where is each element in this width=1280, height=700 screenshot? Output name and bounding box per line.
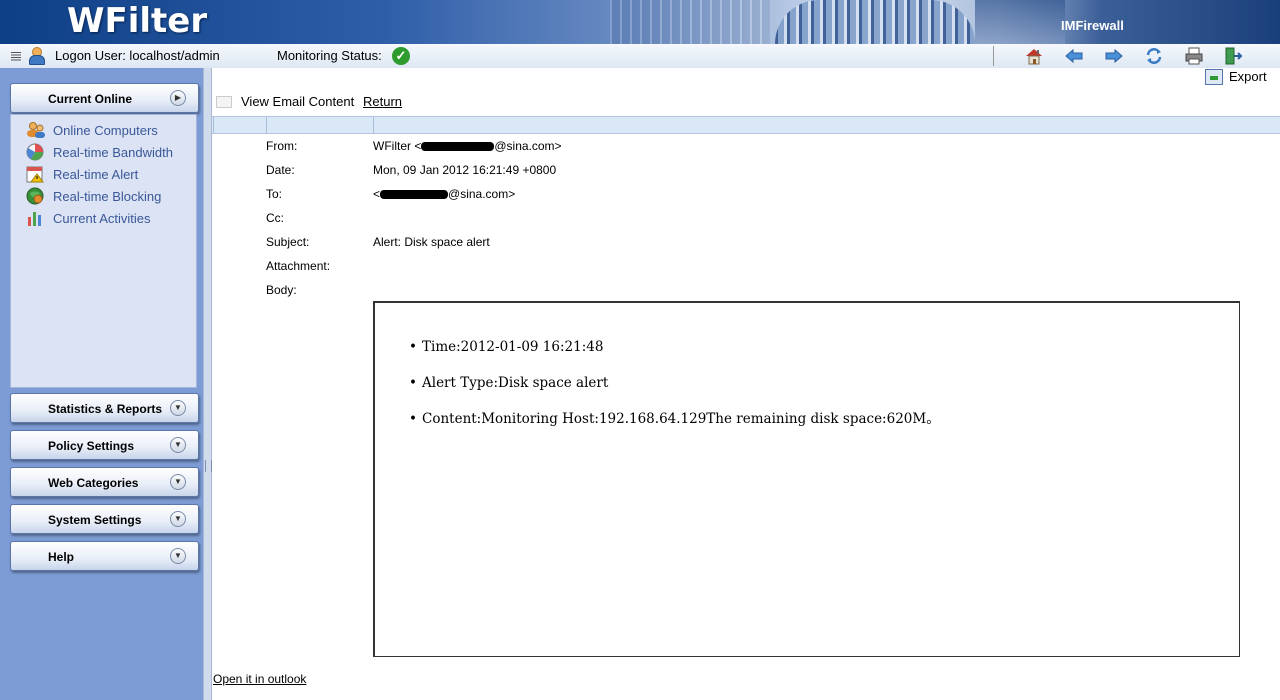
section-label: System Settings	[48, 513, 142, 527]
globe-block-icon	[26, 187, 44, 205]
envelope-icon	[216, 96, 232, 108]
sidebar-item-label: Real-time Blocking	[53, 189, 162, 204]
section-label: Current Online	[48, 92, 133, 106]
banner-decoration	[775, 0, 975, 44]
check-icon: ✓	[392, 47, 410, 65]
redacted-block	[421, 142, 495, 152]
section-label: Statistics & Reports	[48, 402, 163, 416]
calendar-alert-icon	[26, 165, 44, 183]
sidebar-item-label: Real-time Alert	[53, 167, 139, 182]
home-icon[interactable]	[1024, 46, 1044, 66]
section-policy-settings[interactable]: Policy Settings ▼	[10, 430, 199, 460]
chevron-down-icon: ▼	[170, 511, 186, 527]
section-current-online[interactable]: Current Online ▶	[10, 83, 199, 113]
to-value: < @sina.com>	[373, 187, 516, 201]
subject-label: Subject:	[266, 235, 310, 249]
column-divider	[373, 117, 374, 133]
section-label: Web Categories	[48, 476, 139, 490]
panel-splitter[interactable]	[203, 68, 212, 700]
pie-chart-icon	[26, 143, 44, 161]
from-value: WFilter < @sina.com>	[373, 139, 562, 153]
bar-chart-icon	[26, 209, 44, 227]
current-online-submenu: Online Computers Real-time Bandwidth Rea…	[10, 114, 197, 388]
brand-label: IMFirewall	[1061, 18, 1124, 33]
email-body-list: Time:2012-01-09 16:21:48 Alert Type:Disk…	[409, 329, 940, 437]
forward-arrow-icon[interactable]	[1104, 46, 1124, 66]
export-icon	[1205, 69, 1223, 85]
menu-icon[interactable]	[10, 50, 22, 62]
splitter-grip[interactable]	[205, 460, 212, 472]
open-in-outlook-link[interactable]: Open it in outlook	[213, 672, 306, 686]
sidebar-item-label: Online Computers	[53, 123, 158, 138]
email-body: Time:2012-01-09 16:21:48 Alert Type:Disk…	[373, 301, 1240, 657]
banner-decoration	[975, 0, 1065, 44]
date-value: Mon, 09 Jan 2012 16:21:49 +0800	[373, 163, 557, 177]
chevron-down-icon: ▼	[170, 474, 186, 490]
app-logo: WFilter	[67, 1, 208, 41]
sidebar: Current Online ▶ Online Computers Real-t…	[0, 68, 203, 700]
section-statistics-reports[interactable]: Statistics & Reports ▼	[10, 393, 199, 423]
logon-user-text: Logon User: localhost/admin	[55, 48, 220, 63]
section-web-categories[interactable]: Web Categories ▼	[10, 467, 199, 497]
refresh-icon[interactable]	[1144, 46, 1164, 66]
chevron-down-icon: ▼	[170, 548, 186, 564]
section-system-settings[interactable]: System Settings ▼	[10, 504, 199, 534]
page-title: View Email Content	[241, 94, 355, 109]
attachment-label: Attachment:	[266, 259, 331, 273]
column-divider	[213, 117, 214, 133]
section-label: Help	[48, 550, 75, 564]
list-item: Time:2012-01-09 16:21:48	[409, 329, 940, 365]
status-bar: Logon User: localhost/admin Monitoring S…	[0, 44, 1280, 69]
banner-decoration	[610, 0, 770, 44]
logout-icon[interactable]	[1224, 46, 1244, 66]
body-label: Body:	[266, 283, 297, 297]
chevron-down-icon: ▼	[170, 437, 186, 453]
print-icon[interactable]	[1184, 46, 1204, 66]
export-label: Export	[1229, 69, 1267, 84]
from-label: From:	[266, 139, 298, 153]
sidebar-item-label: Current Activities	[53, 211, 151, 226]
header-bar	[212, 116, 1280, 134]
list-item: Alert Type:Disk space alert	[409, 365, 940, 401]
column-divider	[266, 117, 267, 133]
chevron-down-icon: ▼	[170, 400, 186, 416]
section-help[interactable]: Help ▼	[10, 541, 199, 571]
date-label: Date:	[266, 163, 295, 177]
users-icon	[26, 121, 45, 139]
app-banner: WFilter IMFirewall	[0, 0, 1280, 44]
sidebar-item-label: Real-time Bandwidth	[53, 145, 173, 160]
monitoring-status-label: Monitoring Status:	[277, 48, 382, 63]
toolbar-divider	[993, 46, 994, 66]
main-content: Export View Email Content Return From: W…	[212, 68, 1280, 700]
subject-value: Alert: Disk space alert	[373, 235, 490, 249]
user-icon	[28, 47, 45, 65]
section-label: Policy Settings	[48, 439, 135, 453]
to-label: To:	[266, 187, 283, 201]
redacted-block	[380, 190, 449, 200]
chevron-right-icon: ▶	[170, 90, 186, 106]
return-link[interactable]: Return	[363, 94, 402, 109]
back-arrow-icon[interactable]	[1064, 46, 1084, 66]
list-item: Content:Monitoring Host:192.168.64.129Th…	[409, 401, 940, 437]
cc-label: Cc:	[266, 211, 284, 225]
